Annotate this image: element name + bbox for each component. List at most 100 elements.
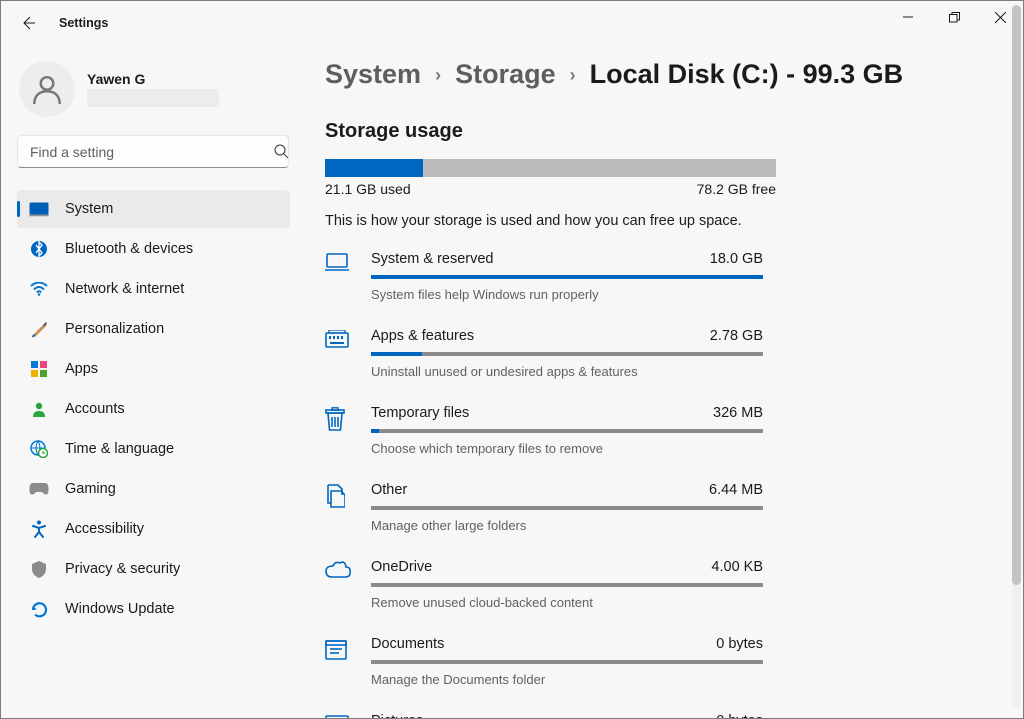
gamepad-icon <box>29 479 49 499</box>
storage-used-label: 21.1 GB used <box>325 181 411 197</box>
nav-bluetooth[interactable]: Bluetooth & devices <box>17 230 290 268</box>
search-icon <box>273 143 289 164</box>
nav-label: Time & language <box>65 441 174 457</box>
category-icon <box>325 559 371 610</box>
maximize-button[interactable] <box>931 1 977 33</box>
paintbrush-icon <box>29 319 49 339</box>
category-name: Temporary files <box>371 405 469 421</box>
category-size: 326 MB <box>713 405 763 421</box>
storage-usage-fill <box>325 159 423 177</box>
nav-accounts[interactable]: Accounts <box>17 390 290 428</box>
storage-category[interactable]: OneDrive 4.00 KB Remove unused cloud-backe… <box>325 559 763 610</box>
nav-label: Apps <box>65 361 98 377</box>
category-desc: System files help Windows run properly <box>371 287 763 302</box>
user-profile[interactable]: Yawen G <box>19 61 301 117</box>
update-icon <box>29 599 49 619</box>
storage-description: This is how your storage is used and how… <box>325 213 1003 229</box>
scrollbar-thumb[interactable] <box>1012 5 1021 585</box>
nav-label: System <box>65 201 113 217</box>
category-icon <box>325 405 371 456</box>
nav-label: Network & internet <box>65 281 184 297</box>
category-desc: Manage the Documents folder <box>371 672 763 687</box>
category-bar <box>371 352 763 356</box>
category-name: System & reserved <box>371 251 494 267</box>
main-content: System › Storage › Local Disk (C:) - 99.… <box>303 45 1023 718</box>
nav-label: Accounts <box>65 401 125 417</box>
category-name: Documents <box>371 636 444 652</box>
system-icon <box>29 199 49 219</box>
nav-network[interactable]: Network & internet <box>17 270 290 308</box>
storage-usage-bar <box>325 159 776 177</box>
storage-free-label: 78.2 GB free <box>697 181 776 197</box>
category-name: Apps & features <box>371 328 474 344</box>
nav-label: Personalization <box>65 321 164 337</box>
nav-label: Privacy & security <box>65 561 180 577</box>
nav-system[interactable]: System <box>17 190 290 228</box>
category-list: System & reserved 18.0 GB System files hel… <box>325 251 763 718</box>
category-bar <box>371 275 763 279</box>
back-button[interactable] <box>19 14 37 32</box>
breadcrumb-current: Local Disk (C:) - 99.3 GB <box>590 59 904 90</box>
nav-list: System Bluetooth & devices Network & int… <box>17 190 301 630</box>
wifi-icon <box>29 279 49 299</box>
breadcrumb-storage[interactable]: Storage <box>455 59 556 90</box>
category-desc: Choose which temporary files to remove <box>371 441 763 456</box>
nav-time-language[interactable]: Time & language <box>17 430 290 468</box>
bluetooth-icon <box>29 239 49 259</box>
nav-label: Accessibility <box>65 521 144 537</box>
breadcrumb-system[interactable]: System <box>325 59 421 90</box>
nav-personalization[interactable]: Personalization <box>17 310 290 348</box>
shield-icon <box>29 559 49 579</box>
user-email-placeholder <box>87 89 219 107</box>
nav-windows-update[interactable]: Windows Update <box>17 590 290 628</box>
category-icon <box>325 328 371 379</box>
person-icon <box>29 399 49 419</box>
nav-label: Bluetooth & devices <box>65 241 193 257</box>
section-heading: Storage usage <box>325 120 1003 143</box>
category-name: Other <box>371 482 407 498</box>
minimize-button[interactable] <box>885 1 931 33</box>
storage-category[interactable]: Other 6.44 MB Manage other large folders <box>325 482 763 533</box>
category-icon <box>325 713 371 718</box>
category-bar <box>371 660 763 664</box>
storage-category[interactable]: System & reserved 18.0 GB System files hel… <box>325 251 763 302</box>
category-bar <box>371 583 763 587</box>
category-size: 4.00 KB <box>711 559 763 575</box>
category-bar <box>371 506 763 510</box>
category-size: 0 bytes <box>716 636 763 652</box>
category-size: 18.0 GB <box>710 251 763 267</box>
category-icon <box>325 636 371 687</box>
category-icon <box>325 482 371 533</box>
chevron-right-icon: › <box>566 65 580 86</box>
breadcrumb: System › Storage › Local Disk (C:) - 99.… <box>325 59 1003 90</box>
category-name: OneDrive <box>371 559 432 575</box>
storage-category[interactable]: Documents 0 bytes Manage the Documents fol… <box>325 636 763 687</box>
sidebar: Yawen G System Bluetooth & devices <box>1 45 303 718</box>
title-bar: Settings <box>1 1 1023 45</box>
nav-accessibility[interactable]: Accessibility <box>17 510 290 548</box>
category-icon <box>325 251 371 302</box>
category-size: 0 bytes <box>716 713 763 718</box>
user-name: Yawen G <box>87 71 219 87</box>
settings-window: Settings Yawen G <box>0 0 1024 719</box>
chevron-right-icon: › <box>431 65 445 86</box>
category-size: 6.44 MB <box>709 482 763 498</box>
nav-gaming[interactable]: Gaming <box>17 470 290 508</box>
category-desc: Manage other large folders <box>371 518 763 533</box>
category-bar <box>371 429 763 433</box>
category-size: 2.78 GB <box>710 328 763 344</box>
storage-category[interactable]: Pictures0 bytesManage the Pictures folde… <box>325 713 763 718</box>
search-input[interactable] <box>17 135 289 168</box>
nav-label: Windows Update <box>65 601 175 617</box>
storage-category[interactable]: Apps & features 2.78 GB Uninstall unused o… <box>325 328 763 379</box>
apps-icon <box>29 359 49 379</box>
nav-apps[interactable]: Apps <box>17 350 290 388</box>
nav-label: Gaming <box>65 481 116 497</box>
globe-clock-icon <box>29 439 49 459</box>
storage-category[interactable]: Temporary files 326 MB Choose which tempor… <box>325 405 763 456</box>
accessibility-icon <box>29 519 49 539</box>
category-desc: Uninstall unused or undesired apps & fea… <box>371 364 763 379</box>
nav-privacy[interactable]: Privacy & security <box>17 550 290 588</box>
category-desc: Remove unused cloud-backed content <box>371 595 763 610</box>
avatar <box>19 61 75 117</box>
